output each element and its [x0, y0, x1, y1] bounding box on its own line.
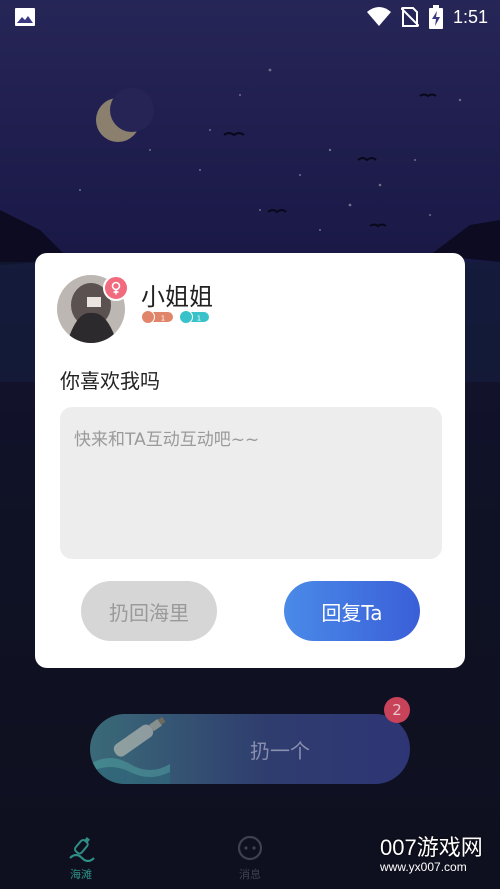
- wealth-level-value: 1: [161, 315, 165, 323]
- watermark: 007游戏网 www.yx007.com: [380, 836, 500, 889]
- status-bar: 1:51: [0, 0, 500, 34]
- throw-bottle-button[interactable]: 扔一个: [90, 714, 410, 784]
- nickname: 小姐姐: [141, 283, 213, 311]
- message-icon: [237, 836, 263, 861]
- throw-back-button[interactable]: 扔回海里: [81, 581, 217, 641]
- status-time: 1:51: [452, 6, 488, 27]
- charm-level-value: 1: [197, 315, 201, 323]
- unread-count-badge: 2: [384, 697, 410, 723]
- bottle-message-dialog: 小姐姐 1 1 你喜欢我吗 扔回海里 回复Ta: [35, 253, 465, 668]
- level-badges: 1 1: [141, 310, 209, 324]
- image-icon: [15, 8, 35, 26]
- tab-messages[interactable]: 消息: [236, 836, 264, 882]
- wifi-icon: [366, 7, 391, 26]
- tab-beach[interactable]: 海滩: [66, 836, 96, 882]
- tab-beach-label: 海滩: [70, 868, 92, 881]
- charm-level-badge: 1: [179, 310, 209, 324]
- throw-label: 扔一个: [250, 738, 310, 763]
- wealth-level-badge: 1: [141, 310, 173, 324]
- female-gender-icon: [103, 275, 129, 301]
- tab-messages-label: 消息: [239, 868, 261, 881]
- reply-input[interactable]: [60, 407, 442, 559]
- bottle-message-text: 你喜欢我吗: [60, 369, 160, 393]
- reply-button[interactable]: 回复Ta: [284, 581, 420, 641]
- watermark-title: 007游戏网: [380, 835, 483, 860]
- beach-bottle-icon: [69, 837, 95, 862]
- watermark-url: www.yx007.com: [380, 860, 467, 874]
- battery-charging-icon: [428, 5, 443, 29]
- no-sim-icon: [400, 7, 419, 27]
